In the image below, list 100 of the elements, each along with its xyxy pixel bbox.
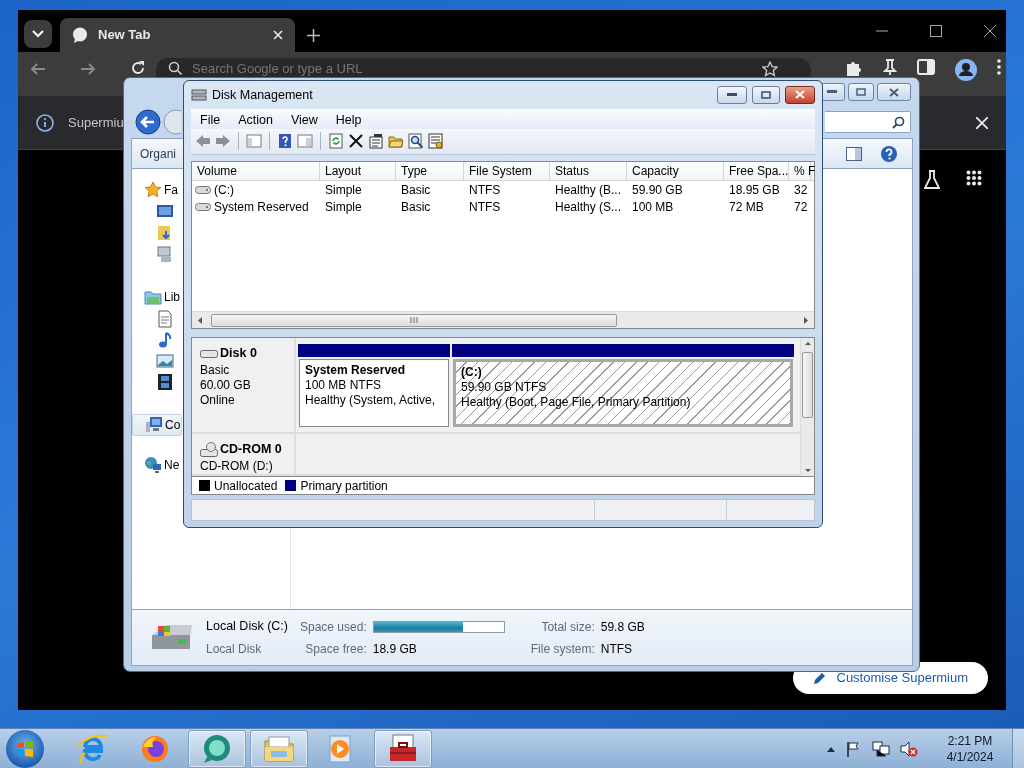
maximize-icon[interactable] xyxy=(930,25,942,37)
field-label: File system: xyxy=(530,640,595,658)
nav-item[interactable]: Co xyxy=(132,414,182,436)
minimize-button[interactable] xyxy=(717,85,747,104)
music-note-icon[interactable] xyxy=(156,330,174,349)
field-label: Total size: xyxy=(540,618,595,636)
organize-menu[interactable]: Organi xyxy=(140,144,177,163)
column-header[interactable]: Capacity xyxy=(627,161,724,180)
menu-item[interactable]: File xyxy=(191,108,230,129)
table-cell-text: 72 xyxy=(793,198,809,216)
start-button[interactable] xyxy=(6,729,44,768)
disk-name: Disk 0 xyxy=(220,345,257,363)
open-folder-icon[interactable] xyxy=(388,133,404,150)
speaker-muted-icon[interactable] xyxy=(900,740,918,757)
nav-label: Lib xyxy=(164,289,180,306)
disk-management-icon xyxy=(191,86,207,103)
delete-icon[interactable] xyxy=(348,133,364,150)
table-cell-text: NTFS xyxy=(468,198,502,216)
field-value: NTFS xyxy=(600,640,634,658)
maximize-icon xyxy=(761,90,771,99)
menu-item[interactable]: Action xyxy=(229,108,282,129)
puzzle-icon[interactable] xyxy=(845,59,863,77)
more-menu-icon[interactable] xyxy=(997,59,1001,75)
field-value: 59.8 GB xyxy=(600,618,645,636)
partition-block[interactable]: System Reserved 100 MB NTFS Healthy (System, Active, xyxy=(298,344,450,430)
table-cell-text: Simple xyxy=(324,198,363,216)
search-field[interactable] xyxy=(825,111,911,133)
plus-icon[interactable] xyxy=(307,28,320,42)
legend-label: Unallocated xyxy=(214,477,278,495)
nav-item[interactable]: Ne xyxy=(132,454,182,476)
table-cell-text: Basic xyxy=(400,198,432,216)
legend-label: Primary partition xyxy=(300,477,388,495)
disk-drive-icon xyxy=(200,348,218,359)
apps-grid-icon[interactable] xyxy=(966,170,982,186)
scrollbar-thumb[interactable] xyxy=(211,313,617,327)
refresh-icon[interactable] xyxy=(328,133,344,150)
disk-info: Online xyxy=(200,392,236,408)
star-icon xyxy=(144,181,162,199)
nav-item[interactable]: Fa xyxy=(132,179,182,201)
partition-name: (C:) xyxy=(461,365,483,381)
film-icon[interactable] xyxy=(156,372,174,391)
preview-pane-icon[interactable] xyxy=(846,146,862,161)
table-cell-text: NTFS xyxy=(468,181,502,199)
star-icon[interactable] xyxy=(762,61,778,77)
column-header[interactable]: File System xyxy=(464,161,550,180)
sidebar-icon[interactable] xyxy=(917,59,935,75)
partition-size: 100 MB NTFS xyxy=(305,378,383,394)
partition-name: System Reserved xyxy=(305,363,407,379)
infobar-text: Supermiu xyxy=(68,113,124,132)
flask-icon[interactable] xyxy=(924,170,940,190)
column-header[interactable]: Free Spa... xyxy=(724,161,789,180)
network-globe-icon xyxy=(144,456,162,474)
column-header[interactable]: Type xyxy=(396,161,464,180)
partition-block[interactable]: (C:) 59.90 GB NTFS Healthy (Boot, Page File, Primary Partition) xyxy=(452,344,794,430)
minimize-icon xyxy=(827,90,837,94)
flag-icon[interactable] xyxy=(846,740,862,757)
properties-icon[interactable] xyxy=(368,133,384,150)
table-cell-text: 59.90 GB xyxy=(631,181,684,199)
clock[interactable]: 2:21 PM 4/1/2024 xyxy=(936,732,1004,765)
windows-logo-icon xyxy=(16,739,34,758)
column-header[interactable]: Status xyxy=(550,161,627,180)
table-cell-text: (C:) xyxy=(214,181,234,199)
address-bar[interactable]: Search Google or type a URL xyxy=(156,58,811,77)
picture-icon[interactable] xyxy=(156,351,174,370)
address-input[interactable]: Search Google or type a URL xyxy=(192,61,752,76)
network-icon[interactable] xyxy=(872,740,890,757)
column-header[interactable]: Volume xyxy=(192,161,320,180)
e-logo-icon xyxy=(77,732,109,765)
disk-info: CD-ROM (D:) xyxy=(200,459,274,475)
drive-icon xyxy=(195,184,211,195)
disk-info: Basic xyxy=(200,362,231,378)
tab-search-button[interactable] xyxy=(24,20,52,48)
library-folder-icon xyxy=(144,288,162,306)
magnifier-icon[interactable] xyxy=(408,133,424,150)
profile-avatar-icon[interactable] xyxy=(955,59,977,81)
chat-bubble-icon xyxy=(201,732,233,765)
maximize-button[interactable] xyxy=(848,83,874,101)
drive-icon xyxy=(195,201,211,212)
menu-item[interactable]: Help xyxy=(326,108,371,129)
column-header[interactable]: Layout xyxy=(320,161,396,180)
field-value: 18.9 GB xyxy=(372,640,418,658)
close-icon[interactable] xyxy=(984,25,996,37)
table-cell-text: Healthy (B... xyxy=(554,181,623,199)
nav-item[interactable]: Lib xyxy=(132,286,182,308)
close-button[interactable] xyxy=(785,85,815,104)
menu-item[interactable]: View xyxy=(281,108,327,129)
maximize-button[interactable] xyxy=(752,85,780,104)
table-cell-text: Simple xyxy=(324,181,363,199)
pin-icon[interactable] xyxy=(883,59,897,75)
help-icon[interactable] xyxy=(277,133,293,150)
scrollbar-thumb[interactable] xyxy=(802,352,813,419)
help-icon[interactable] xyxy=(880,144,898,163)
taskbar-button[interactable] xyxy=(374,729,432,768)
table-cell-text: 18.95 GB xyxy=(728,181,781,199)
reload-icon[interactable] xyxy=(130,60,146,76)
settings-list-icon[interactable] xyxy=(428,133,444,150)
partition-status: Healthy (Boot, Page File, Primary Partition) xyxy=(461,395,692,411)
close-button[interactable] xyxy=(877,83,911,101)
browser-tab[interactable]: New Tab xyxy=(60,18,295,52)
show-desktop-button[interactable] xyxy=(1012,728,1024,768)
